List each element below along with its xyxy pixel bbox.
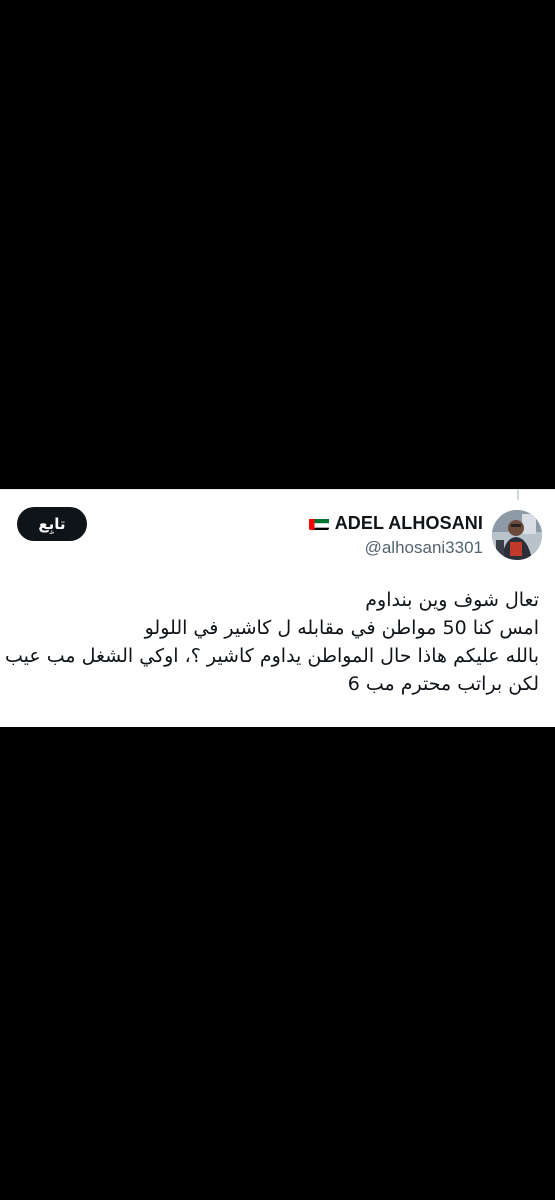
tweet-text-line: امس كنا 50 مواطن في مقابله ل كاشير في ال… [144, 617, 539, 639]
tweet-text-line: بالله عليكم هاذا حال المواطن يداوم كاشير… [4, 645, 539, 667]
tweet-author: ADEL ALHOSANI @alhosani3301 [308, 513, 483, 558]
thread-connector-line [517, 490, 519, 500]
tweet-text-line: لكن براتب محترم مب 6 [347, 673, 539, 695]
follow-button[interactable]: تابِع [17, 507, 87, 541]
tweet-text-line: تعال شوف وين بنداوم [365, 589, 539, 611]
tweet-text: تعال شوف وين بنداوم امس كنا 50 مواطن في … [4, 586, 539, 698]
author-handle[interactable]: @alhosani3301 [309, 538, 483, 558]
author-display-name[interactable]: ADEL ALHOSANI [335, 513, 483, 534]
author-name-row: ADEL ALHOSANI [308, 513, 483, 534]
uae-flag-icon [308, 517, 329, 530]
tweet-card: ADEL ALHOSANI @alhosani3301 تابِع تعال ش… [0, 489, 555, 727]
profile-avatar-icon[interactable] [492, 510, 542, 560]
